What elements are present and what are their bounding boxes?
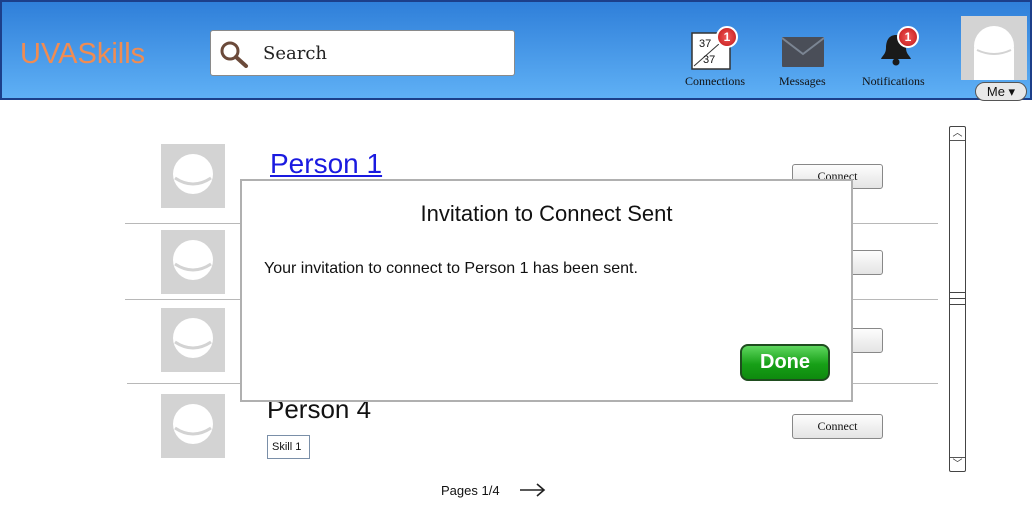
user-avatar-icon [173, 240, 213, 280]
me-dropdown-button[interactable]: Me ▾ [975, 82, 1027, 101]
list-scrollbar[interactable]: ︿ ﹀ [949, 126, 966, 472]
person-1-link[interactable]: Person 1 [270, 148, 382, 180]
nav-messages[interactable] [781, 36, 825, 73]
invitation-sent-dialog: Invitation to Connect Sent Your invitati… [240, 179, 853, 402]
user-avatar-icon [974, 26, 1014, 80]
pagination-label: Pages 1/4 [441, 483, 500, 498]
dialog-message: Your invitation to connect to Person 1 h… [264, 260, 638, 277]
person-3-avatar[interactable] [161, 308, 225, 372]
user-avatar-icon [173, 154, 213, 194]
person-4-avatar[interactable] [161, 394, 225, 458]
search-icon [220, 41, 248, 68]
skill-tag: Skill 1 [267, 435, 310, 459]
messages-label[interactable]: Messages [779, 74, 826, 89]
top-header: UVASkills Search 37 37 1 Connections Mes… [0, 0, 1032, 101]
person-4-connect-button[interactable]: Connect [792, 414, 883, 439]
connections-badge: 1 [716, 26, 738, 48]
person-1-avatar[interactable] [161, 144, 225, 208]
notifications-label[interactable]: Notifications [862, 74, 925, 89]
user-avatar-icon [173, 404, 213, 444]
user-avatar-icon [173, 318, 213, 358]
notifications-badge: 1 [897, 26, 919, 48]
connections-label[interactable]: Connections [685, 74, 745, 89]
connections-icon-text-top: 37 [699, 38, 711, 50]
person-2-avatar[interactable] [161, 230, 225, 294]
connections-icon-text-bottom: 37 [703, 54, 715, 66]
done-button[interactable]: Done [740, 344, 830, 381]
search-input[interactable]: Search [263, 43, 327, 64]
scroll-thumb[interactable] [950, 287, 965, 307]
scroll-down-arrow-icon[interactable]: ﹀ [950, 457, 965, 471]
profile-avatar[interactable] [961, 16, 1027, 80]
app-logo[interactable]: UVASkills [20, 38, 145, 71]
scroll-up-arrow-icon[interactable]: ︿ [950, 127, 965, 141]
envelope-icon [781, 37, 825, 67]
next-page-arrow-icon[interactable] [519, 482, 547, 498]
page: UVASkills Search 37 37 1 Connections Mes… [0, 0, 1032, 511]
dialog-title: Invitation to Connect Sent [420, 201, 673, 226]
search-box[interactable]: Search [210, 30, 515, 76]
